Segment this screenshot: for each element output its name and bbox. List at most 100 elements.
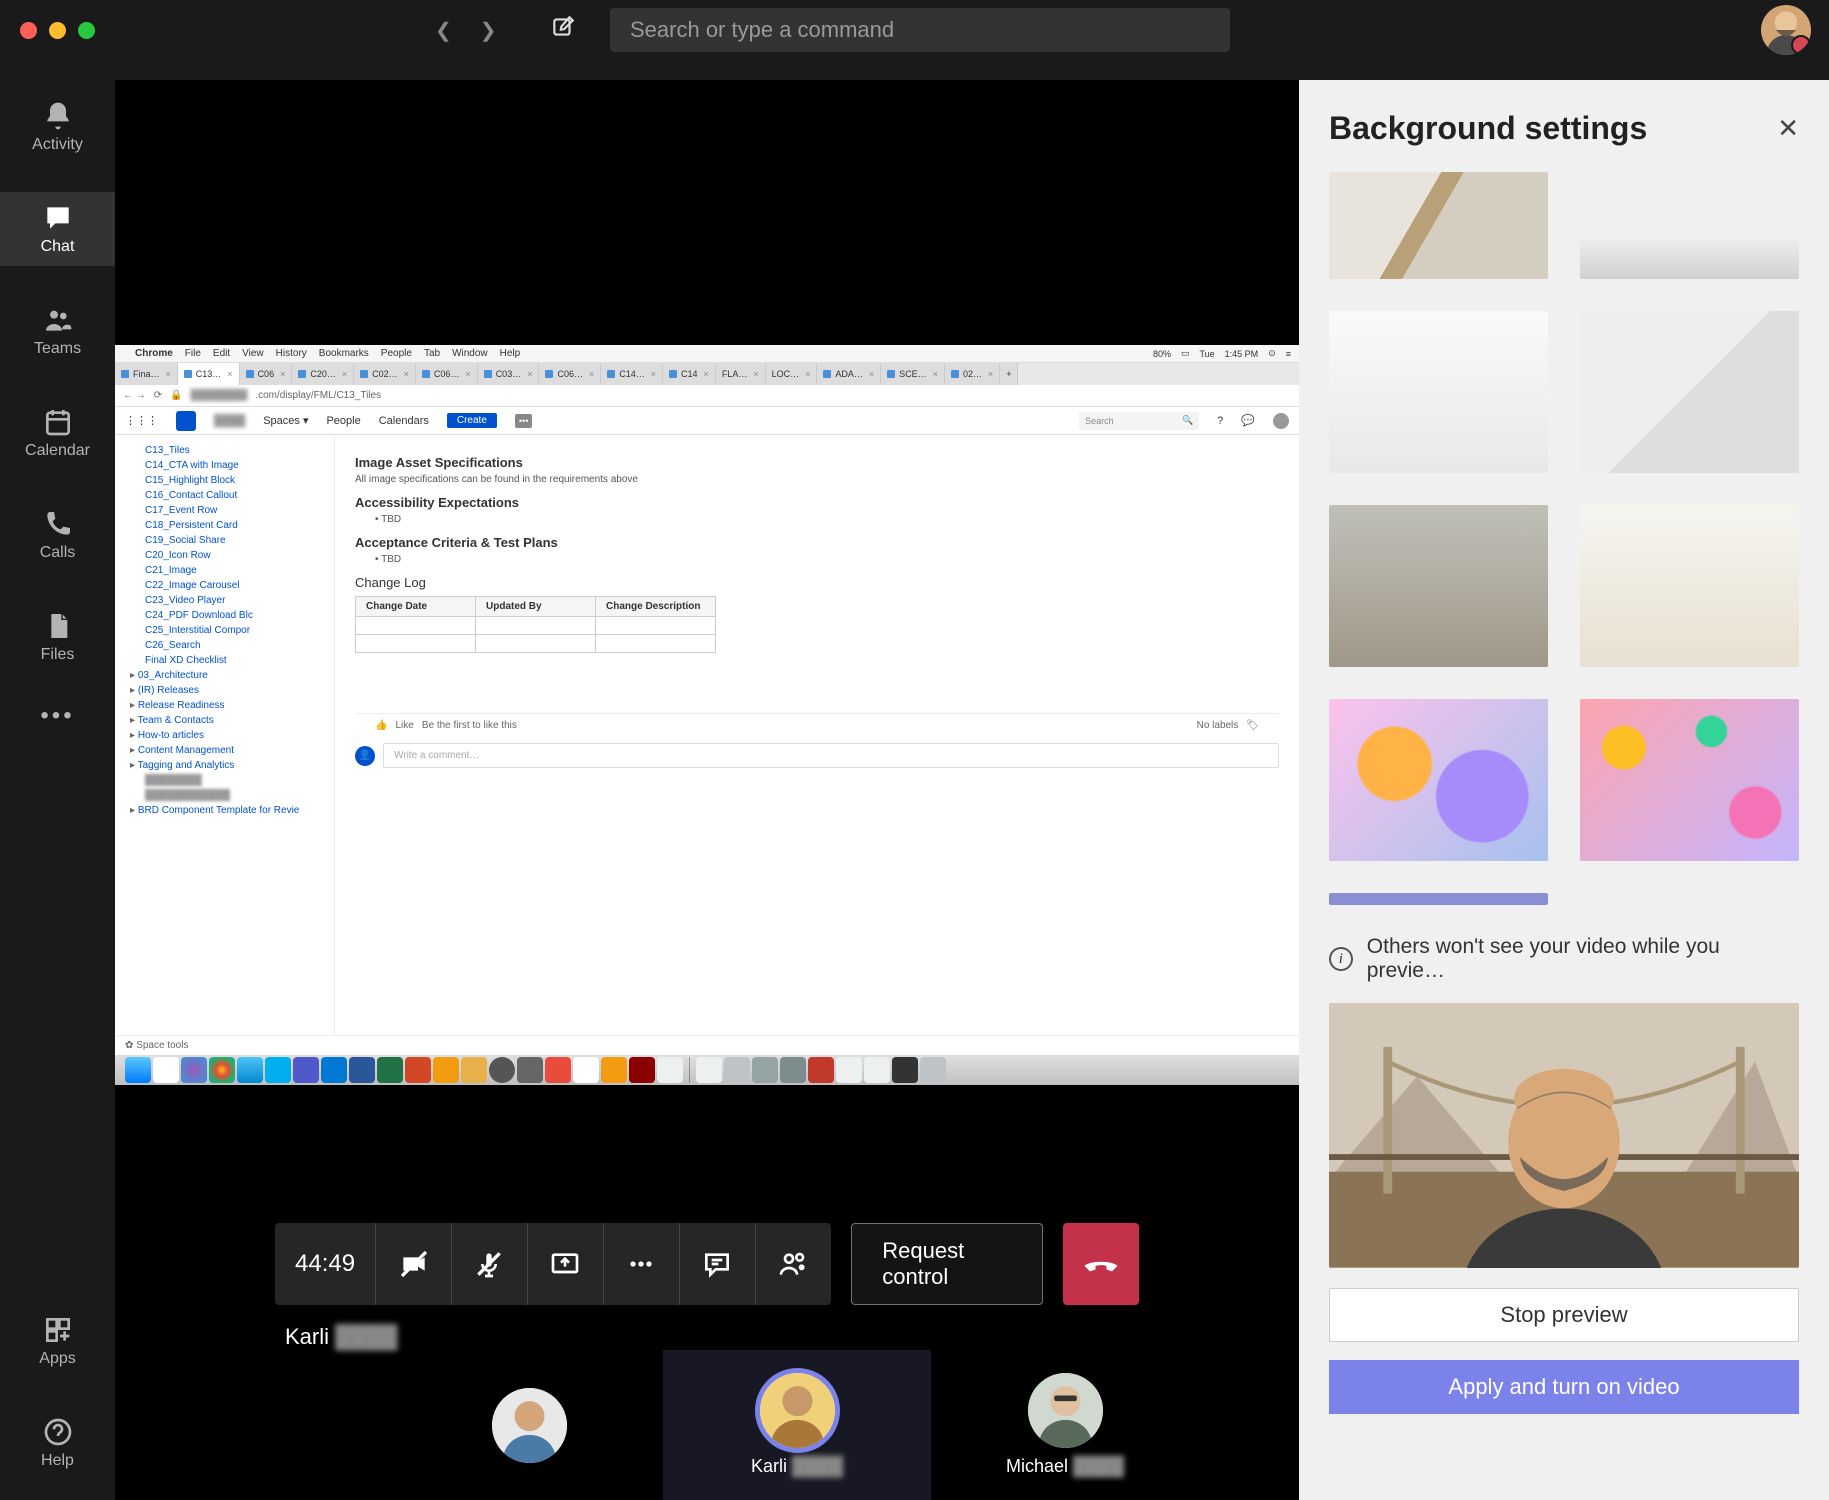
dock-app-icon[interactable] (181, 1057, 207, 1083)
dock-app-icon[interactable] (489, 1057, 515, 1083)
confluence-search[interactable]: Search🔍 (1079, 412, 1199, 430)
dock-app-icon[interactable] (836, 1057, 862, 1083)
rail-apps[interactable]: Apps (0, 1304, 115, 1378)
dock-app-icon[interactable] (629, 1057, 655, 1083)
background-option[interactable] (1580, 505, 1799, 667)
dock-safari-icon[interactable] (237, 1057, 263, 1083)
browser-tab[interactable]: SCE…× (881, 363, 945, 385)
minimize-window-button[interactable] (49, 22, 66, 39)
browser-tab[interactable]: 02…× (945, 363, 1000, 385)
tree-item[interactable]: C13_Tiles (115, 443, 334, 458)
back-button[interactable]: ❮ (435, 18, 452, 43)
dock-outlook-icon[interactable] (321, 1057, 347, 1083)
tree-item[interactable]: Final XD Checklist (115, 653, 334, 668)
browser-tab[interactable]: C03…× (478, 363, 540, 385)
dock-app-icon[interactable] (573, 1057, 599, 1083)
dock-finder-icon[interactable] (125, 1057, 151, 1083)
background-option[interactable] (1329, 172, 1548, 279)
dock-skype-icon[interactable] (265, 1057, 291, 1083)
dock-app-icon[interactable] (545, 1057, 571, 1083)
like-button[interactable]: Like (395, 720, 413, 731)
background-option[interactable] (1329, 505, 1548, 667)
tree-item[interactable]: C25_Interstitial Compor (115, 623, 334, 638)
background-option[interactable] (1580, 172, 1799, 279)
browser-tab[interactable]: FLA…× (716, 363, 766, 385)
comment-input[interactable]: Write a comment… (383, 743, 1279, 768)
user-avatar[interactable] (1761, 5, 1811, 55)
confluence-logo-icon[interactable] (176, 411, 196, 431)
browser-tab[interactable]: LOC…× (766, 363, 818, 385)
tree-item[interactable]: C23_Video Player (115, 593, 334, 608)
rail-chat[interactable]: Chat (0, 192, 115, 266)
dock-powerpoint-icon[interactable] (405, 1057, 431, 1083)
tree-item[interactable]: C17_Event Row (115, 503, 334, 518)
dock-app-icon[interactable] (892, 1057, 918, 1083)
dock-app-icon[interactable] (780, 1057, 806, 1083)
tree-branch[interactable]: Tagging and Analytics (115, 758, 334, 773)
request-control-button[interactable]: Request control (851, 1223, 1043, 1305)
tree-branch[interactable]: 03_Architecture (115, 668, 334, 683)
new-tab-button[interactable]: + (1000, 363, 1018, 385)
forward-button[interactable]: ❯ (480, 18, 497, 43)
help-icon[interactable]: ? (1217, 415, 1223, 427)
dock-settings-icon[interactable] (517, 1057, 543, 1083)
tree-item[interactable]: C21_Image (115, 563, 334, 578)
background-option[interactable] (1329, 311, 1548, 473)
close-window-button[interactable] (20, 22, 37, 39)
background-option-partial[interactable] (1329, 893, 1548, 905)
tree-item[interactable]: C18_Persistent Card (115, 518, 334, 533)
nav-calendars[interactable]: Calendars (379, 415, 429, 427)
dock-chrome-icon[interactable] (209, 1057, 235, 1083)
background-option[interactable] (1329, 699, 1548, 861)
tree-item[interactable]: C16_Contact Callout (115, 488, 334, 503)
browser-tab[interactable]: C14…× (601, 363, 663, 385)
tree-item[interactable]: C15_Highlight Block (115, 473, 334, 488)
tree-item[interactable]: C14_CTA with Image (115, 458, 334, 473)
search-input[interactable]: Search or type a command (610, 8, 1230, 52)
participant-tile[interactable] (395, 1350, 663, 1500)
dock-app-icon[interactable] (752, 1057, 778, 1083)
tree-item[interactable]: C24_PDF Download Blc (115, 608, 334, 623)
dock-teams-icon[interactable] (293, 1057, 319, 1083)
apply-background-button[interactable]: Apply and turn on video (1329, 1360, 1799, 1414)
stop-preview-button[interactable]: Stop preview (1329, 1288, 1799, 1342)
tree-item-redacted[interactable]: ████████████ (115, 788, 334, 803)
tree-branch[interactable]: (IR) Releases (115, 683, 334, 698)
apps-icon[interactable]: ⋮⋮⋮ (125, 414, 158, 427)
dock-excel-icon[interactable] (377, 1057, 403, 1083)
hangup-button[interactable] (1063, 1223, 1139, 1305)
tree-branch[interactable]: Content Management (115, 743, 334, 758)
participant-tile[interactable]: Karli ████ (663, 1350, 931, 1500)
notif-icon[interactable]: 💬 (1241, 414, 1255, 427)
tree-branch[interactable]: Release Readiness (115, 698, 334, 713)
label-icon[interactable]: 🏷 (1246, 720, 1259, 731)
rail-help[interactable]: Help (0, 1406, 115, 1480)
rail-calls[interactable]: Calls (0, 498, 115, 572)
close-panel-button[interactable]: ✕ (1777, 113, 1799, 144)
browser-tab[interactable]: C06× (240, 363, 293, 385)
nav-people[interactable]: People (326, 415, 360, 427)
browser-tab[interactable]: C06…× (539, 363, 601, 385)
tree-item[interactable]: C19_Social Share (115, 533, 334, 548)
background-option[interactable] (1580, 311, 1799, 473)
dock-app-icon[interactable] (461, 1057, 487, 1083)
tree-item[interactable]: C20_Icon Row (115, 548, 334, 563)
dock-app-icon[interactable] (657, 1057, 683, 1083)
dock-app-icon[interactable] (696, 1057, 722, 1083)
rail-teams[interactable]: Teams (0, 294, 115, 368)
browser-tab[interactable]: Fina…× (115, 363, 178, 385)
dock-sketch-icon[interactable] (601, 1057, 627, 1083)
dock-calendar-icon[interactable] (153, 1057, 179, 1083)
camera-toggle-button[interactable] (376, 1223, 452, 1305)
participant-tile[interactable]: Michael ████ (931, 1350, 1199, 1500)
share-screen-button[interactable] (528, 1223, 604, 1305)
participants-button[interactable] (756, 1223, 832, 1305)
browser-tab[interactable]: ADA…× (817, 363, 881, 385)
tree-item[interactable]: C22_Image Carousel (115, 578, 334, 593)
user-menu[interactable] (1273, 413, 1289, 429)
url-bar[interactable]: ← →⟳🔒 ████████ .com/display/FML/C13_Tile… (115, 385, 1299, 407)
maximize-window-button[interactable] (78, 22, 95, 39)
tree-item[interactable]: C26_Search (115, 638, 334, 653)
rail-calendar[interactable]: Calendar (0, 396, 115, 470)
tree-branch[interactable]: Team & Contacts (115, 713, 334, 728)
